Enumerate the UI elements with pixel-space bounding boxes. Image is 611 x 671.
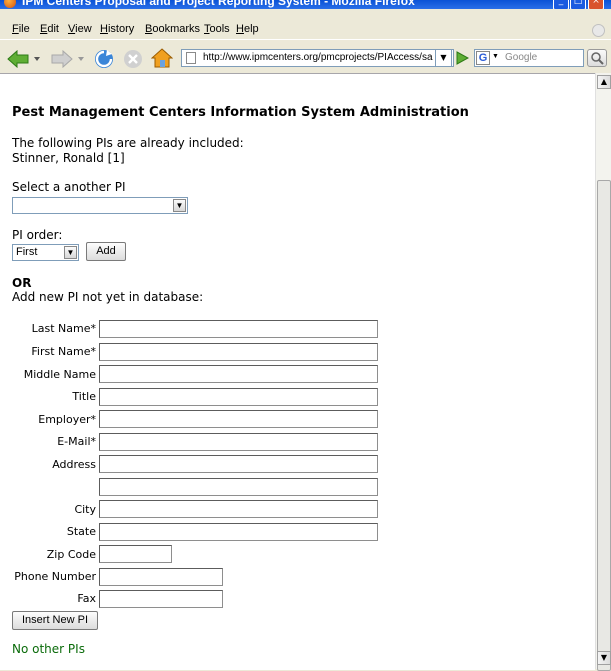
address-line2-field[interactable]: [99, 478, 378, 496]
stop-icon[interactable]: [122, 48, 144, 70]
window-title: IPM Centers Proposal and Project Reporti…: [22, 0, 415, 8]
url-bar[interactable]: http://www.ipmcenters.org/pmcprojects/PI…: [181, 49, 454, 67]
zip-code-field[interactable]: [99, 545, 172, 563]
phone-number-field[interactable]: [99, 568, 223, 586]
home-icon[interactable]: [151, 47, 173, 69]
middle-name-label: Middle Name: [23, 368, 96, 381]
forward-history-dropdown-icon[interactable]: [78, 56, 84, 62]
menu-view[interactable]: View: [68, 23, 92, 35]
title-field[interactable]: [99, 388, 378, 406]
title-label: Title: [72, 390, 96, 403]
state-field[interactable]: [99, 523, 378, 541]
search-placeholder: Google: [505, 52, 538, 63]
middle-name-field[interactable]: [99, 365, 378, 383]
fax-field[interactable]: [99, 590, 223, 608]
address-line1-field[interactable]: [99, 455, 378, 473]
throbber-icon: [592, 24, 605, 37]
url-text: http://www.ipmcenters.org/pmcprojects/PI…: [203, 52, 433, 63]
forward-arrow-icon[interactable]: [48, 50, 74, 68]
reload-icon[interactable]: [93, 48, 115, 70]
title-bar: IPM Centers Proposal and Project Reporti…: [0, 0, 611, 9]
page-icon: [186, 52, 196, 64]
go-arrow-icon[interactable]: [455, 51, 469, 65]
scroll-up-button[interactable]: ▲: [597, 75, 611, 89]
vertical-scrollbar[interactable]: ▲ ▼: [595, 73, 611, 671]
menu-tools[interactable]: Tools: [204, 23, 230, 35]
address-label: Address: [52, 458, 96, 471]
menu-bookmarks[interactable]: Bookmarks: [145, 23, 200, 35]
menu-help[interactable]: Help: [236, 23, 259, 35]
chevron-down-icon[interactable]: ▼: [173, 199, 186, 212]
search-box[interactable]: G ▼ Google: [474, 49, 584, 67]
page-content: Pest Management Centers Information Syst…: [0, 73, 595, 670]
form-labels: Last Name* First Name* Middle Name Title…: [0, 74, 96, 670]
scroll-down-button[interactable]: ▼: [597, 651, 611, 665]
close-window-button[interactable]: ×: [588, 0, 604, 9]
employer-field[interactable]: [99, 410, 378, 428]
city-label: City: [74, 503, 96, 516]
first-name-field[interactable]: [99, 343, 378, 361]
phone-label: Phone Number: [14, 570, 96, 583]
city-field[interactable]: [99, 500, 378, 518]
minimize-button[interactable]: _: [553, 0, 569, 9]
no-other-pis-message: No other PIs: [12, 642, 85, 656]
google-engine-icon[interactable]: G: [476, 51, 490, 65]
back-history-dropdown-icon[interactable]: [34, 56, 40, 62]
maximize-button[interactable]: □: [570, 0, 586, 9]
zip-label: Zip Code: [46, 548, 96, 561]
state-label: State: [66, 525, 96, 538]
email-label: E-Mail*: [57, 435, 96, 448]
menu-bar: File Edit View History Bookmarks Tools H…: [0, 20, 611, 38]
back-arrow-icon[interactable]: [6, 50, 32, 68]
email-field[interactable]: [99, 433, 378, 451]
search-button[interactable]: [587, 49, 607, 67]
last-name-field[interactable]: [99, 320, 378, 338]
fax-label: Fax: [77, 592, 96, 605]
menu-history[interactable]: History: [100, 23, 134, 35]
magnifier-icon: [591, 52, 604, 65]
menu-edit[interactable]: Edit: [40, 23, 59, 35]
firefox-icon: [4, 0, 16, 8]
employer-label: Employer*: [38, 413, 96, 426]
menu-file[interactable]: File: [12, 23, 30, 35]
url-dropdown-button[interactable]: ▼: [435, 49, 452, 67]
insert-new-pi-button[interactable]: Insert New PI: [12, 611, 98, 630]
engine-dropdown-icon[interactable]: ▼: [492, 53, 499, 60]
last-name-label: Last Name*: [31, 322, 96, 335]
first-name-label: First Name*: [31, 345, 96, 358]
scroll-thumb[interactable]: [597, 180, 611, 671]
